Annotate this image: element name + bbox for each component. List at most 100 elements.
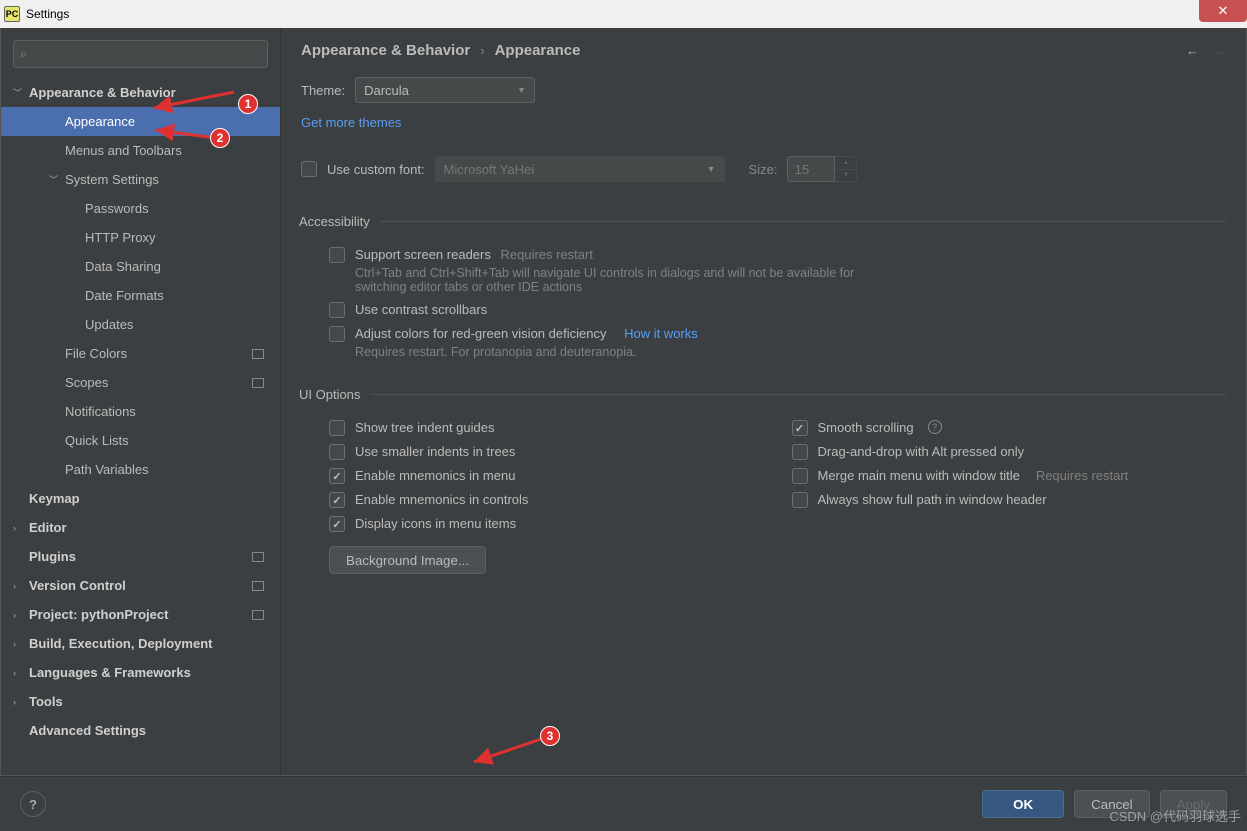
sidebar-item-editor[interactable]: › Editor: [1, 513, 280, 542]
sidebar-item-appearance[interactable]: Appearance: [1, 107, 280, 136]
sidebar-item-label: Scopes: [65, 375, 270, 390]
breadcrumb-separator: ›: [480, 43, 484, 58]
chevron-right-icon[interactable]: ›: [13, 610, 23, 620]
ok-button[interactable]: OK: [982, 790, 1064, 818]
sidebar-item-version-control[interactable]: ›Version Control: [1, 571, 280, 600]
ui-options-legend: UI Options: [299, 387, 370, 402]
custom-font-label: Use custom font:: [327, 162, 425, 177]
back-button[interactable]: ←: [1186, 43, 1199, 58]
sidebar-item-file-colors[interactable]: File Colors: [1, 339, 280, 368]
screen-readers-label: Support screen readers: [355, 247, 491, 262]
color-adjust-description: Requires restart. For protanopia and deu…: [355, 345, 698, 359]
sidebar-item-system-settings[interactable]: ﹀System Settings: [1, 165, 280, 194]
sidebar-item-passwords[interactable]: Passwords: [1, 194, 280, 223]
display-icons-checkbox[interactable]: [329, 516, 345, 532]
nav-arrows: ← →: [1186, 43, 1226, 58]
tree-guides-checkbox[interactable]: [329, 420, 345, 436]
color-adjust-label: Adjust colors for red-green vision defic…: [355, 326, 606, 341]
apply-button[interactable]: Apply: [1160, 790, 1227, 818]
sidebar-item-label: Build, Execution, Deployment: [29, 636, 270, 651]
search-input[interactable]: ⌕: [13, 40, 268, 68]
forward-button: →: [1213, 43, 1226, 58]
mnemonics-menu-checkbox[interactable]: [329, 468, 345, 484]
project-scope-icon: [252, 349, 264, 359]
sidebar-item-label: Keymap: [29, 491, 270, 506]
chevron-down-icon: ▼: [517, 85, 526, 95]
dialog-footer: ? OK Cancel Apply: [0, 776, 1247, 831]
how-it-works-link[interactable]: How it works: [624, 326, 698, 341]
custom-font-checkbox[interactable]: [301, 161, 317, 177]
cancel-button[interactable]: Cancel: [1074, 790, 1150, 818]
background-image-button[interactable]: Background Image...: [329, 546, 486, 574]
sidebar-item-advanced-settings[interactable]: Advanced Settings: [1, 716, 280, 745]
sidebar-item-label: Passwords: [85, 201, 270, 216]
screen-readers-description: Ctrl+Tab and Ctrl+Shift+Tab will navigat…: [355, 266, 875, 294]
sidebar-item-updates[interactable]: Updates: [1, 310, 280, 339]
breadcrumb-leaf: Appearance: [495, 42, 581, 59]
sidebar-item-path-variables[interactable]: Path Variables: [1, 455, 280, 484]
smaller-indents-checkbox[interactable]: [329, 444, 345, 460]
screen-readers-checkbox[interactable]: [329, 247, 345, 263]
sidebar-item-label: Appearance: [65, 114, 270, 129]
sidebar-item-label: Notifications: [65, 404, 270, 419]
merge-menu-checkbox[interactable]: [792, 468, 808, 484]
sidebar-item-languages-frameworks[interactable]: › Languages & Frameworks: [1, 658, 280, 687]
sidebar-item-label: HTTP Proxy: [85, 230, 270, 245]
chevron-right-icon[interactable]: ›: [13, 639, 23, 649]
full-path-checkbox[interactable]: [792, 492, 808, 508]
smooth-scrolling-checkbox[interactable]: [792, 420, 808, 436]
restart-hint: Requires restart: [500, 247, 592, 262]
breadcrumb: Appearance & Behavior › Appearance ← →: [301, 42, 1226, 59]
sidebar-item-notifications[interactable]: Notifications: [1, 397, 280, 426]
close-button[interactable]: ✕: [1199, 0, 1247, 22]
project-scope-icon: [252, 552, 264, 562]
get-more-themes-link[interactable]: Get more themes: [301, 115, 401, 130]
sidebar-item-label: Updates: [85, 317, 270, 332]
help-icon[interactable]: ?: [928, 420, 942, 434]
breadcrumb-root[interactable]: Appearance & Behavior: [301, 42, 470, 59]
chevron-down-icon[interactable]: ﹀: [49, 173, 59, 186]
chevron-right-icon[interactable]: ›: [13, 523, 23, 533]
color-adjust-checkbox[interactable]: [329, 326, 345, 342]
sidebar: ⌕ ﹀ Appearance & Behavior Appearance Menus …: [1, 28, 281, 775]
sidebar-item-label: Advanced Settings: [29, 723, 270, 738]
chevron-right-icon[interactable]: ›: [13, 668, 23, 678]
sidebar-item-appearance-behavior[interactable]: ﹀ Appearance & Behavior: [1, 78, 280, 107]
sidebar-item-project-pythonproject[interactable]: ›Project: pythonProject: [1, 600, 280, 629]
chevron-down-icon[interactable]: ﹀: [13, 86, 23, 99]
sidebar-item-label: Menus and Toolbars: [65, 143, 270, 158]
app-icon: PC: [4, 6, 20, 22]
sidebar-item-plugins[interactable]: Plugins: [1, 542, 280, 571]
theme-select[interactable]: Darcula ▼: [355, 77, 535, 103]
sidebar-item-data-sharing[interactable]: Data Sharing: [1, 252, 280, 281]
titlebar: PC Settings ✕: [0, 0, 1247, 28]
sidebar-item-label: Quick Lists: [65, 433, 270, 448]
project-scope-icon: [252, 378, 264, 388]
mnemonics-controls-checkbox[interactable]: [329, 492, 345, 508]
font-size-label: Size:: [749, 162, 778, 177]
sidebar-item-http-proxy[interactable]: HTTP Proxy: [1, 223, 280, 252]
font-size-spinner[interactable]: ▲▼: [835, 156, 857, 182]
sidebar-item-scopes[interactable]: Scopes: [1, 368, 280, 397]
sidebar-item-label: Date Formats: [85, 288, 270, 303]
drag-alt-checkbox[interactable]: [792, 444, 808, 460]
search-icon: ⌕: [20, 46, 27, 62]
sidebar-item-label: Languages & Frameworks: [29, 665, 270, 680]
chevron-right-icon[interactable]: ›: [13, 697, 23, 707]
project-scope-icon: [252, 581, 264, 591]
sidebar-item-keymap[interactable]: Keymap: [1, 484, 280, 513]
sidebar-item-tools[interactable]: › Tools: [1, 687, 280, 716]
sidebar-item-quick-lists[interactable]: Quick Lists: [1, 426, 280, 455]
project-scope-icon: [252, 610, 264, 620]
chevron-right-icon[interactable]: ›: [13, 581, 23, 591]
sidebar-item-label: Appearance & Behavior: [29, 85, 270, 100]
font-select[interactable]: Microsoft YaHei ▼: [435, 156, 725, 182]
help-button[interactable]: ?: [20, 791, 46, 817]
sidebar-item-menus-and-toolbars[interactable]: Menus and Toolbars: [1, 136, 280, 165]
sidebar-item-date-formats[interactable]: Date Formats: [1, 281, 280, 310]
contrast-scrollbars-checkbox[interactable]: [329, 302, 345, 318]
font-size-input[interactable]: [787, 156, 835, 182]
sidebar-item-label: Editor: [29, 520, 270, 535]
sidebar-item-build-execution-deployment[interactable]: › Build, Execution, Deployment: [1, 629, 280, 658]
sidebar-item-label: Tools: [29, 694, 270, 709]
